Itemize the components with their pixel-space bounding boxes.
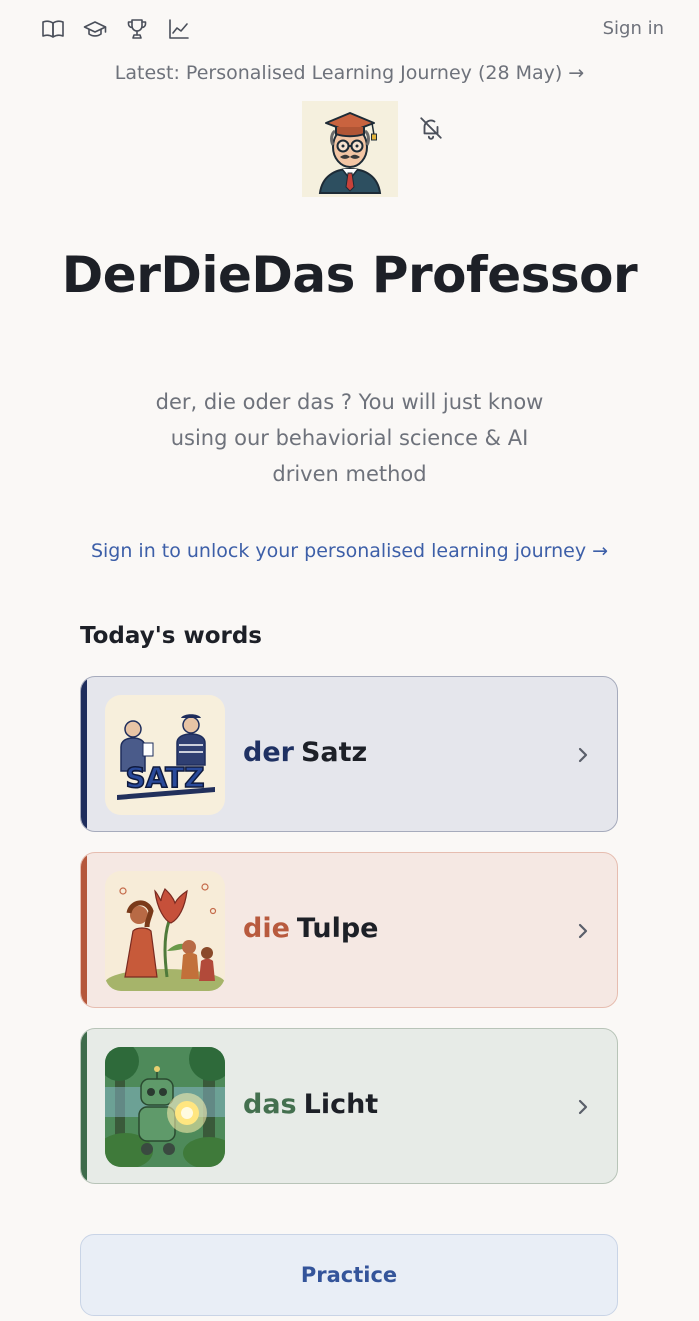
practice-button[interactable]: Practice: [80, 1234, 618, 1316]
word-label: der Satz: [243, 737, 367, 768]
unlock-journey-link[interactable]: Sign in to unlock your personalised lear…: [0, 540, 699, 562]
sign-in-link[interactable]: Sign in: [603, 18, 664, 39]
latest-announcement-link[interactable]: Latest: Personalised Learning Journey (2…: [0, 62, 699, 84]
professor-avatar: [302, 101, 398, 197]
book-icon[interactable]: [41, 17, 65, 41]
todays-words-heading: Today's words: [80, 623, 262, 649]
word-article: der: [243, 737, 294, 768]
satz-illustration: SATZ: [105, 695, 225, 815]
article-color-stripe: [81, 853, 87, 1007]
word-card-die-tulpe[interactable]: die Tulpe: [80, 852, 618, 1008]
word-noun: Satz: [300, 737, 368, 768]
word-card-das-licht[interactable]: das Licht: [80, 1028, 618, 1184]
article-color-stripe: [81, 677, 87, 831]
chevron-right-icon: [575, 1095, 591, 1119]
licht-illustration: [105, 1047, 225, 1167]
app-subtitle: der, die oder das ? You will just know u…: [155, 390, 544, 486]
word-label: die Tulpe: [243, 913, 378, 944]
graduation-cap-icon[interactable]: [83, 17, 107, 41]
word-noun: Tulpe: [296, 913, 379, 944]
word-label: das Licht: [243, 1089, 378, 1120]
word-article: das: [243, 1089, 297, 1120]
chevron-right-icon: [575, 743, 591, 767]
trophy-icon[interactable]: [125, 17, 149, 41]
bell-off-icon[interactable]: [418, 115, 444, 141]
tulpe-illustration: [105, 871, 225, 991]
chevron-right-icon: [575, 919, 591, 943]
word-card-der-satz[interactable]: SATZ der Satz: [80, 676, 618, 832]
chart-icon[interactable]: [167, 17, 191, 41]
app-title: DerDieDas Professor: [61, 246, 638, 304]
top-nav-bar: Sign in: [0, 0, 699, 60]
article-color-stripe: [81, 1029, 87, 1183]
word-article: die: [243, 913, 290, 944]
word-noun: Licht: [303, 1089, 379, 1120]
